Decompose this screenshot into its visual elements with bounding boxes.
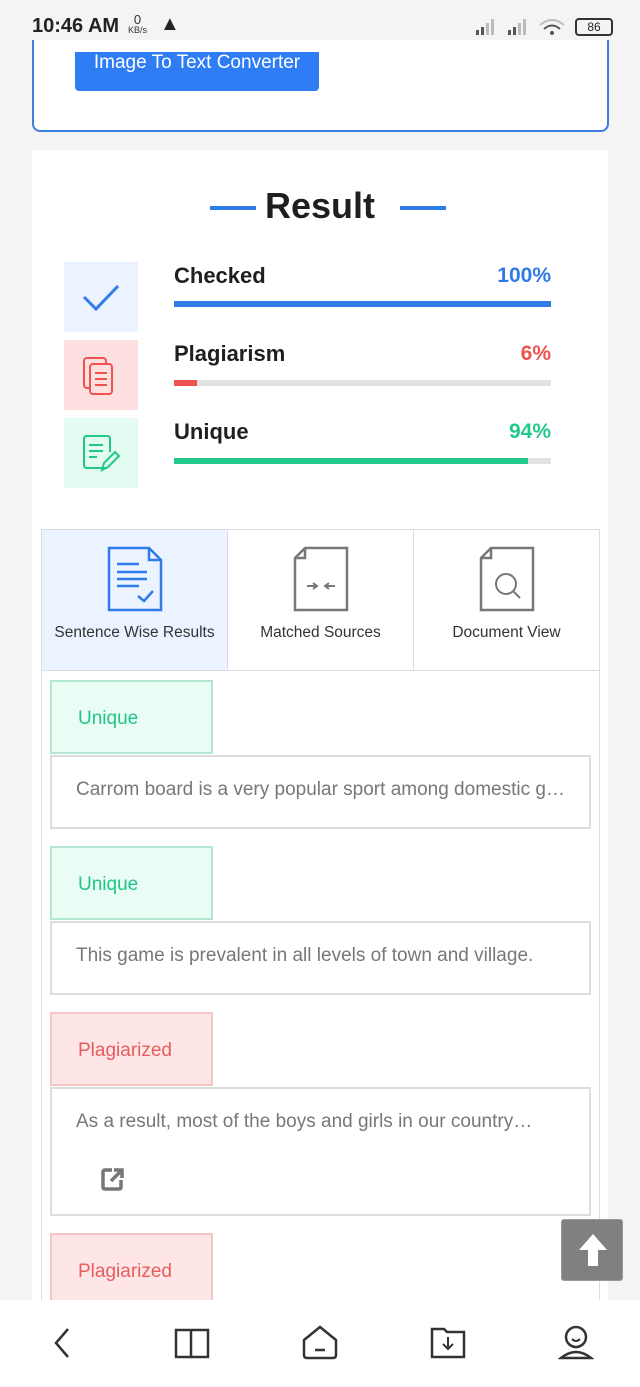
tab-label: Matched Sources [260,624,381,641]
unique-percent: 94% [508,420,551,443]
browser-bottom-nav [0,1300,640,1387]
profile-icon[interactable] [558,1324,594,1362]
checked-progress-fill [174,301,551,307]
clock: 10:46 AM [32,15,120,37]
tab-matched-sources[interactable]: Matched Sources [228,530,414,670]
sentence-text: This game is prevalent in all levels of … [50,921,591,995]
home-icon[interactable] [302,1324,338,1360]
status-badge: Plagiarized [50,1012,213,1086]
copy-documents-icon [64,340,138,410]
unique-progress-fill [174,458,529,464]
sentence-box: As a result, most of the boys and girls … [50,1087,591,1216]
document-search-icon [479,546,534,612]
document-compare-icon [293,546,348,612]
checked-progress [174,301,551,307]
document-check-icon [107,546,162,612]
status-badge: Unique [50,680,213,754]
signal-wifi-icons [476,19,564,35]
checked-label: Checked [174,263,266,288]
edit-document-icon [64,418,138,488]
status-badge: Unique [50,846,213,920]
external-link-icon[interactable] [100,1166,126,1192]
checked-percent: 100% [497,264,551,287]
plagiarism-progress-fill [174,380,197,386]
arrow-up-icon [579,1234,607,1266]
tab-label: Sentence Wise Results [54,624,215,641]
plagiarism-progress [174,380,551,386]
result-title: Result [264,185,376,226]
scroll-to-top-button[interactable] [561,1219,623,1281]
sentence-text: Carrom board is a very popular sport amo… [50,755,591,829]
unique-label: Unique [174,419,249,444]
unique-progress [174,458,551,464]
image-to-text-converter-button[interactable]: Image To Text Converter [75,52,319,91]
back-icon[interactable] [50,1326,74,1360]
tab-document-view[interactable]: Document View [414,530,599,670]
tab-label: Document View [452,624,561,641]
check-icon [64,262,138,332]
tab-sentence-wise-results[interactable]: Sentence Wise Results [42,530,228,670]
result-tabs: Sentence Wise Results Matched Sources Do… [41,529,600,671]
warning-icon: ▲ [160,13,180,35]
bookmarks-book-icon[interactable] [174,1326,210,1360]
sentence-text: As a result, most of the boys and girls … [76,1111,533,1132]
net-speed: 0 KB/s [128,13,148,35]
plagiarism-percent: 6% [520,342,551,365]
battery-indicator: 86 [575,18,613,36]
downloads-icon[interactable] [430,1325,466,1359]
net-speed-unit: KB/s [128,25,148,35]
title-line-right [400,206,446,210]
plagiarism-label: Plagiarism [174,341,286,366]
